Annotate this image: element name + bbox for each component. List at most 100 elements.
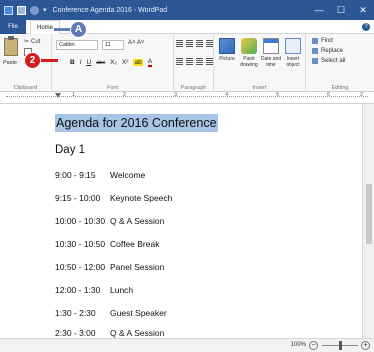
scrollbar-thumb[interactable] <box>366 184 372 244</box>
agenda-time: 9:00 - 9:15 <box>55 170 96 180</box>
callout-a: A <box>70 21 87 38</box>
agenda-row[interactable]: 9:00 - 9:15 Welcome <box>55 170 145 180</box>
editing-group-label: Editing <box>331 85 349 91</box>
window-controls: — ☐ ✕ <box>308 0 374 20</box>
agenda-event: Welcome <box>110 170 146 180</box>
document-heading[interactable]: Agenda for 2016 Conference <box>55 114 218 132</box>
agenda-row[interactable]: 9:15 - 10:00 Keynote Speech <box>55 193 172 203</box>
insert-group-label: Insert <box>252 85 267 91</box>
ribbon-tabs: File Home ? <box>0 20 374 34</box>
binoculars-icon <box>312 38 318 44</box>
indent-marker[interactable] <box>55 93 61 98</box>
agenda-time: 2:30 - 3:00 <box>55 328 96 338</box>
agenda-row[interactable]: 12:00 - 1:30 Lunch <box>55 285 133 295</box>
vertical-scrollbar[interactable] <box>362 104 374 338</box>
save-icon[interactable] <box>17 5 26 15</box>
document-area[interactable]: Agenda for 2016 Conference Day 1 9:00 - … <box>0 104 374 338</box>
date-time-label: Date and time <box>260 56 282 68</box>
agenda-event: Q & A Session <box>110 328 165 338</box>
editing-group: Find Replace Select all Editing <box>306 34 374 92</box>
clipboard-group-label: Clipboard <box>13 85 38 91</box>
line-spacing-icon[interactable] <box>206 40 213 47</box>
document-page[interactable]: Agenda for 2016 Conference Day 1 9:00 - … <box>0 104 362 338</box>
agenda-row[interactable]: 1:30 - 2:30 Guest Speaker <box>55 308 167 318</box>
find-label: Find <box>321 38 333 44</box>
increase-indent-icon[interactable] <box>186 40 193 47</box>
align-left-icon[interactable] <box>176 58 183 65</box>
agenda-row[interactable]: 2:30 - 3:00 Q & A Session <box>55 328 164 338</box>
font-family-select[interactable]: Calibri <box>56 40 98 50</box>
italic-button[interactable]: I <box>80 59 82 66</box>
callout-2: 2 <box>24 52 41 69</box>
ruler-mark: 2 <box>360 92 364 98</box>
quick-access-toolbar: ▾ <box>0 5 47 15</box>
close-button[interactable]: ✕ <box>352 0 374 20</box>
font-group-label: Font <box>106 85 118 91</box>
day-heading[interactable]: Day 1 <box>55 144 85 156</box>
callout-2-arrow <box>40 59 58 62</box>
font-group: Calibri 11 A˄ A˅ B I U abc X₂ X² ab A Fo… <box>52 34 174 92</box>
agenda-row[interactable]: 10:50 - 12:00 Panel Session <box>55 262 164 272</box>
align-center-icon[interactable] <box>186 58 193 65</box>
paragraph-row-2 <box>176 58 213 65</box>
select-all-button[interactable]: Select all <box>312 58 345 64</box>
ruler-mark: 6 <box>327 92 331 98</box>
agenda-row[interactable]: 10:00 - 10:30 Q & A Session <box>55 216 164 226</box>
replace-label: Replace <box>321 48 344 54</box>
status-bar: 100% − + <box>0 338 374 352</box>
superscript-button[interactable]: X² <box>122 59 129 66</box>
find-button[interactable]: Find <box>312 38 333 44</box>
agenda-row[interactable]: 10:30 - 10:50 Coffee Break <box>55 239 159 249</box>
subscript-button[interactable]: X₂ <box>110 59 117 66</box>
font-size-select[interactable]: 11 <box>102 40 124 50</box>
replace-icon <box>312 48 318 54</box>
strikethrough-button[interactable]: abc <box>96 60 105 66</box>
align-right-icon[interactable] <box>196 58 203 65</box>
undo-icon[interactable] <box>30 5 39 15</box>
agenda-time: 10:30 - 10:50 <box>55 239 106 249</box>
paragraph-group-label: Paragraph <box>180 85 207 91</box>
tab-home[interactable]: Home <box>30 20 61 34</box>
agenda-time: 12:00 - 1:30 <box>55 285 101 295</box>
bullets-icon[interactable] <box>196 40 203 47</box>
tab-file[interactable]: File <box>0 20 26 34</box>
paragraph-row-1 <box>176 40 213 47</box>
customize-quick-access-icon[interactable]: ▾ <box>43 6 47 14</box>
agenda-time: 9:15 - 10:00 <box>55 193 101 203</box>
agenda-event: Coffee Break <box>110 239 160 249</box>
agenda-time: 10:50 - 12:00 <box>55 262 106 272</box>
font-color-button[interactable]: A <box>147 58 153 67</box>
insert-object-button[interactable]: Insert object <box>282 38 304 68</box>
calendar-icon <box>263 38 279 54</box>
maximize-button[interactable]: ☐ <box>330 0 352 20</box>
title-bar: ▾ Conference Agenda 2016 - WordPad — ☐ ✕ <box>0 0 374 20</box>
zoom-out-button[interactable]: − <box>309 341 318 350</box>
help-icon[interactable]: ? <box>362 23 370 31</box>
insert-picture-label: Picture <box>219 56 235 62</box>
bold-button[interactable]: B <box>70 59 75 66</box>
justify-icon[interactable] <box>206 58 213 65</box>
paragraph-group: Paragraph <box>174 34 214 92</box>
cut-label: Cut <box>31 38 41 45</box>
paste-button[interactable]: Paste <box>3 60 17 66</box>
callout-a-arrow <box>54 28 71 31</box>
replace-button[interactable]: Replace <box>312 48 343 54</box>
picture-icon <box>219 38 235 54</box>
underline-button[interactable]: U <box>87 59 92 66</box>
object-icon <box>285 38 301 54</box>
ruler[interactable]: 1 2 3 4 5 6 2 <box>0 92 374 104</box>
cut-button[interactable]: ✂ Cut <box>24 38 41 46</box>
app-icon[interactable] <box>4 5 13 15</box>
minimize-button[interactable]: — <box>308 0 330 20</box>
grow-shrink-font-buttons[interactable]: A˄ A˅ <box>128 40 144 46</box>
decrease-indent-icon[interactable] <box>176 40 183 47</box>
zoom-slider-thumb[interactable] <box>339 341 342 350</box>
select-all-label: Select all <box>321 58 346 64</box>
highlight-button[interactable]: ab <box>133 59 143 66</box>
date-time-button[interactable]: Date and time <box>260 38 282 68</box>
paint-drawing-button[interactable]: Paint drawing <box>238 38 260 68</box>
select-all-icon <box>312 58 318 64</box>
insert-picture-button[interactable]: Picture <box>216 38 238 62</box>
paste-icon[interactable] <box>4 36 18 56</box>
zoom-in-button[interactable]: + <box>361 341 370 350</box>
